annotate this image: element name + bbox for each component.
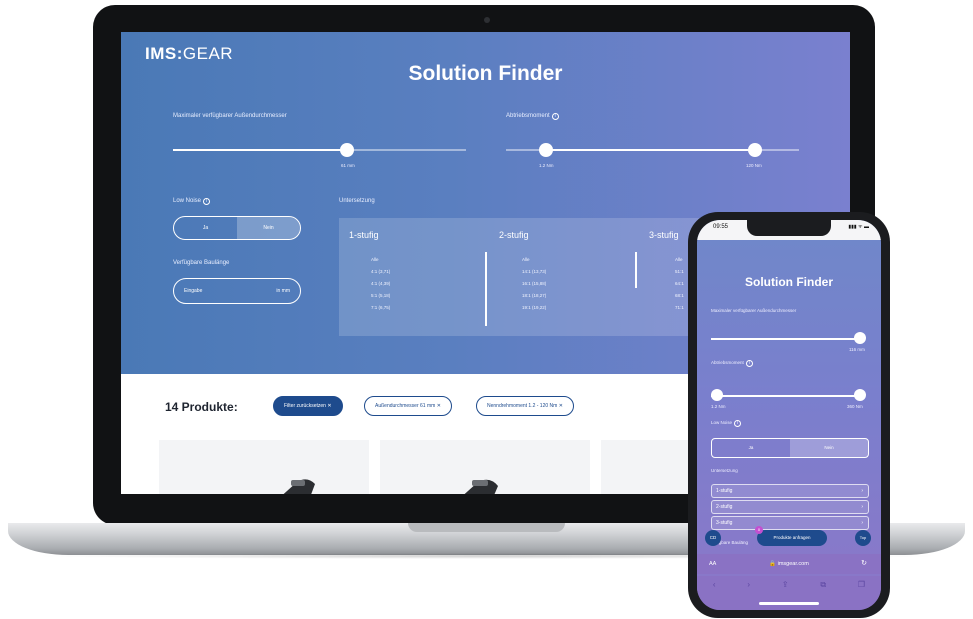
ims-gear-logo[interactable]: IMS:GEAR [145,44,233,64]
toggle-yes[interactable]: Ja [174,217,237,239]
laptop-opening-notch [408,523,565,532]
ratio-option[interactable]: 51:1 [675,266,684,278]
gearbox-image [464,479,498,494]
share-icon[interactable]: ⇪ [782,580,789,610]
tabs-icon[interactable]: ❐ [858,580,865,610]
ratio-option[interactable]: 64:1 [675,278,684,290]
ratio-option[interactable]: 19:1 (19,22) [522,302,546,314]
info-icon[interactable]: i [734,420,742,427]
gearbox-image [283,479,315,494]
products-count: 14 Produkte: [165,400,238,414]
ratio-option[interactable]: 68:1 [675,290,684,302]
phone-diameter-slider[interactable] [711,338,861,340]
phone-ratio-label: Untersetzung [711,468,738,473]
length-placeholder: Eingabe [184,288,203,294]
phone-cd-button[interactable]: CD [705,530,721,546]
phone-torque-max: 360 Nm [847,404,863,409]
ratio-option[interactable]: 14:1 (13,73) [522,266,546,278]
phone-ratio-row-3[interactable]: 3-stufig › [711,516,869,530]
ratio-label: Untersetzung [339,198,375,204]
ratio-option[interactable]: Alle [675,254,684,266]
ratio-head-3[interactable]: 3-stufig [649,230,679,240]
torque-filter-chip[interactable]: Nenndrehmoment 1.2 - 120 Nm ✕ [476,396,574,416]
phone-torque-slider[interactable] [711,395,861,397]
phone-torque-max-knob[interactable] [854,389,866,401]
chevron-right-icon: › [861,520,863,526]
ratio-option[interactable]: 16:1 (15,88) [522,278,546,290]
phone-torque-label: Abtriebsmoment i [711,360,753,367]
phone-ratio-row-2[interactable]: 2-stufig › [711,500,869,514]
phone-diameter-label: Maximaler verfügbarer Außendurchmesser [711,308,797,313]
diameter-slider-fill [173,149,347,151]
phone-lownoise-toggle[interactable]: Ja Nein [711,438,869,458]
diameter-label: Maximaler verfügbarer Außendurchmesser [173,113,287,119]
forward-icon[interactable]: › [747,580,750,610]
page-title: Solution Finder [408,62,563,85]
request-products-button[interactable]: Produkte anfragen [757,530,827,546]
ratio-option[interactable]: 18:1 (18,27) [522,290,546,302]
phone-torque-min: 1.2 Nm [711,404,726,409]
phone-lownoise-label: Low Noise i [711,420,742,427]
length-label: Verfügbare Baulänge [173,260,230,266]
diameter-filter-chip[interactable]: Außendurchmesser 61 mm ✕ [364,396,452,416]
phone-diameter-value: 116 mm [849,347,865,352]
home-indicator [759,602,819,605]
torque-min-value: 1.2 Nm [539,163,554,168]
lownoise-label: Low Noise i [173,198,211,205]
laptop-camera [484,17,490,23]
bookmarks-icon[interactable]: ⧉ [820,580,826,610]
ratio-option[interactable]: Alle [371,254,390,266]
info-icon[interactable]: i [203,198,211,205]
phone-torque-min-knob[interactable] [711,389,723,401]
logo-rest: GEAR [182,44,234,63]
ratio-head-2[interactable]: 2-stufig [499,230,529,240]
ratio-list-3: Alle 51:1 64:1 68:1 71:1 [675,254,684,314]
ratio-list-1: Alle 4:1 (3,71) 4:1 (4,39) 5:1 (5,18) 7:… [371,254,390,314]
cta-count-badge: 0 [755,526,763,534]
diameter-slider-knob[interactable] [340,143,354,157]
lownoise-toggle[interactable]: Ja Nein [173,216,301,240]
toggle-no[interactable]: Nein [237,217,300,239]
reload-icon[interactable]: ↻ [861,559,867,567]
info-icon[interactable]: i [745,360,753,367]
scroll-top-button[interactable]: Top [855,530,871,546]
torque-label: Abtriebsmoment i [506,113,559,120]
ratio-list-2: Alle 14:1 (13,73) 16:1 (15,88) 18:1 (18,… [522,254,546,314]
ratio-option[interactable]: 4:1 (3,71) [371,266,390,278]
length-unit: in mm [276,288,290,294]
product-card[interactable] [380,440,590,494]
ratio-scrollbar-1[interactable] [485,252,487,326]
status-time: 09:55 [713,224,729,230]
reset-filter-chip[interactable]: Filter zurücksetzen ✕ [273,396,343,416]
torque-slider-max-knob[interactable] [748,143,762,157]
logo-bold: IMS [145,44,177,63]
torque-slider-fill [546,149,756,151]
phone-page-title: Solution Finder [745,275,833,289]
info-icon[interactable]: i [551,113,559,120]
ratio-option[interactable]: 71:1 [675,302,684,314]
chevron-right-icon: › [861,504,863,510]
torque-slider-min-knob[interactable] [539,143,553,157]
phone-toggle-yes[interactable]: Ja [712,439,790,457]
phone-screen: 09:55 ▮▮▮ ᯤ ▬ Solution Finder Maximaler … [697,220,881,610]
url-text[interactable]: 🔒 imsgear.com [697,561,881,567]
length-input[interactable]: Eingabe in mm [173,278,301,304]
phone-diameter-knob[interactable] [854,332,866,344]
chevron-right-icon: › [861,488,863,494]
ratio-option[interactable]: 4:1 (4,39) [371,278,390,290]
ratio-scrollbar-2[interactable] [635,252,637,288]
phone-ratio-row-1[interactable]: 1-stufig › [711,484,869,498]
torque-max-value: 120 Nm [746,163,762,168]
ratio-option[interactable]: 7:1 (6,75) [371,302,390,314]
diameter-value: 61 mm [341,163,355,168]
ratio-option[interactable]: Alle [522,254,546,266]
ratio-option[interactable]: 5:1 (5,18) [371,290,390,302]
status-icons: ▮▮▮ ᯤ ▬ [848,224,869,230]
phone-notch [747,220,831,236]
browser-url-bar[interactable]: AA 🔒 imsgear.com ↻ [697,554,881,574]
ratio-head-1[interactable]: 1-stufig [349,230,379,240]
phone-toggle-no[interactable]: Nein [790,439,868,457]
product-card[interactable] [159,440,369,494]
back-icon[interactable]: ‹ [713,580,716,610]
